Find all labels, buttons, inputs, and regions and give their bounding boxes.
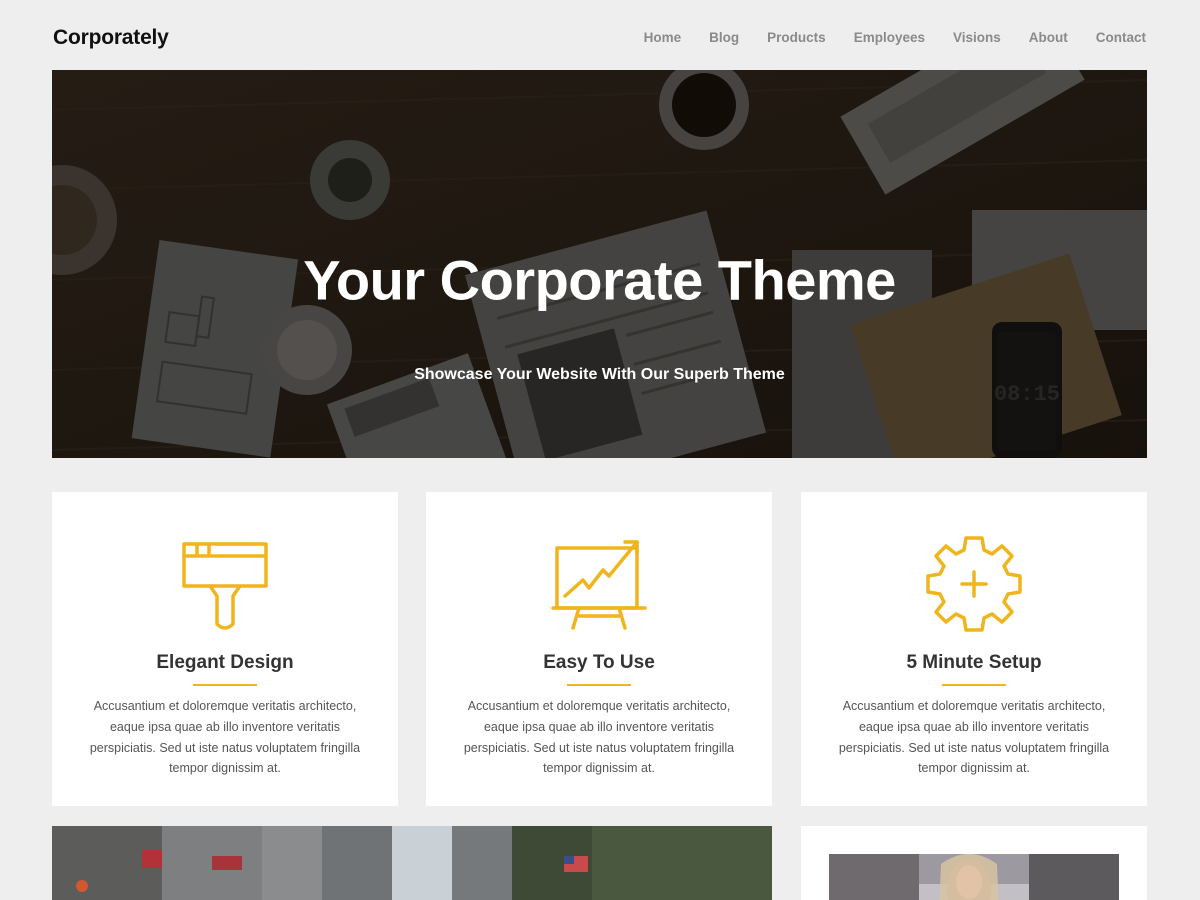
paintbrush-icon <box>182 542 268 630</box>
feature-title-underline <box>942 684 1006 686</box>
city-street-image <box>52 826 772 900</box>
hero-title: Your Corporate Theme <box>303 248 896 312</box>
city-street-illustration <box>52 826 772 900</box>
nav-employees[interactable]: Employees <box>854 30 925 45</box>
feature-description: Accusantium et doloremque veritatis arch… <box>838 699 1110 776</box>
hero-banner: 08:15 Your Corporate Theme Showcase Your… <box>52 70 1147 458</box>
nav-products[interactable]: Products <box>767 30 826 45</box>
person-photo-illustration <box>829 854 1119 900</box>
feature-title: 5 Minute Setup <box>906 652 1042 673</box>
chart-board-icon <box>551 540 647 630</box>
gear-plus-icon <box>926 536 1022 632</box>
site-logo[interactable]: Corporately <box>53 26 169 50</box>
feature-card-elegant-design: Elegant Design Accusantium et doloremque… <box>52 492 398 806</box>
feature-title-underline <box>193 684 257 686</box>
site-header: Corporately Home Blog Products Employees… <box>0 0 1200 70</box>
nav-blog[interactable]: Blog <box>709 30 739 45</box>
profile-photo <box>829 854 1119 900</box>
sidebar-widget <box>801 826 1147 900</box>
feature-card-easy-to-use: Easy To Use Accusantium et doloremque ve… <box>426 492 772 806</box>
feature-title: Easy To Use <box>543 652 655 673</box>
feature-description: Accusantium et doloremque veritatis arch… <box>463 699 735 776</box>
nav-about[interactable]: About <box>1029 30 1068 45</box>
feature-card-5-minute-setup: 5 Minute Setup Accusantium et doloremque… <box>801 492 1147 806</box>
nav-contact[interactable]: Contact <box>1096 30 1146 45</box>
hero-subtitle: Showcase Your Website With Our Superb Th… <box>414 366 785 383</box>
feature-title-underline <box>567 684 631 686</box>
nav-visions[interactable]: Visions <box>953 30 1001 45</box>
nav-home[interactable]: Home <box>644 30 682 45</box>
feature-title: Elegant Design <box>156 652 294 673</box>
main-nav: Home Blog Products Employees Visions Abo… <box>644 30 1146 45</box>
feature-description: Accusantium et doloremque veritatis arch… <box>89 699 361 776</box>
